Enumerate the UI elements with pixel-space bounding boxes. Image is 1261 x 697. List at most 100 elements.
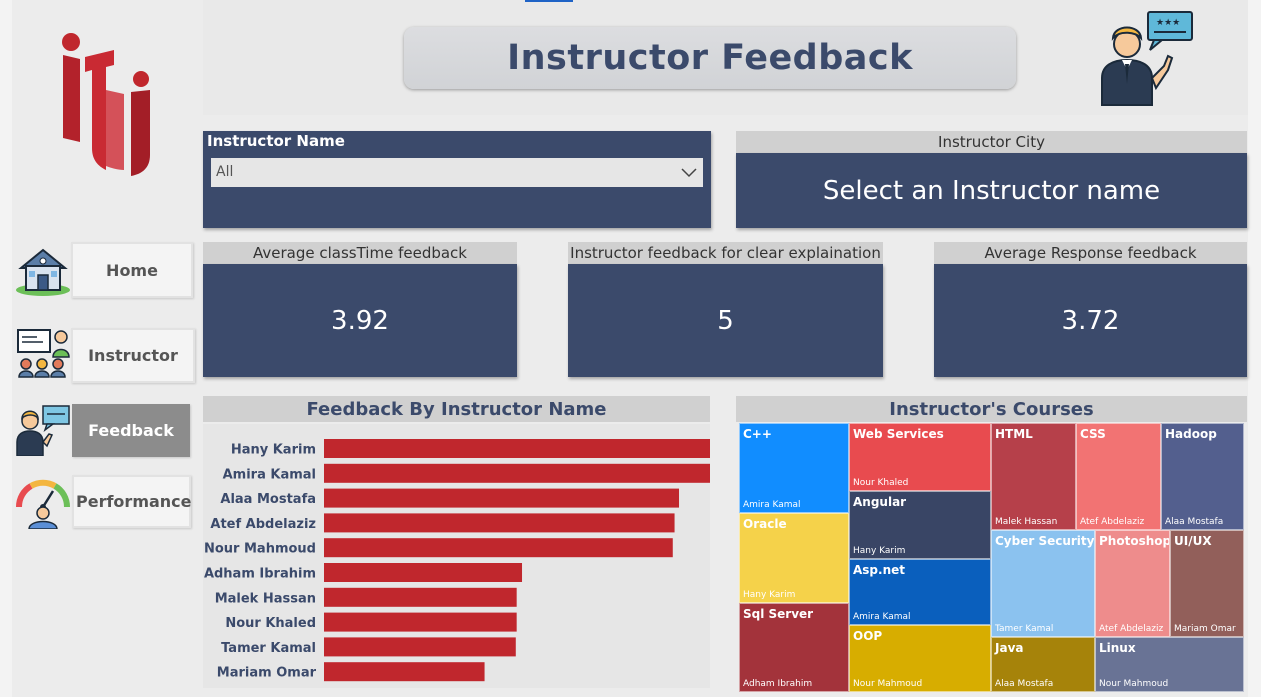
feedback-bar[interactable] bbox=[324, 538, 673, 558]
kpi-classtime-value: 3.92 bbox=[331, 305, 389, 336]
treemap-instructor-label: Malek Hassan bbox=[995, 517, 1058, 527]
kpi-clear-explanation-value: 5 bbox=[717, 305, 734, 336]
treemap-instructor-label: Amira Kamal bbox=[743, 500, 801, 510]
instructor-speaking-icon: ★★★ bbox=[1101, 11, 1193, 106]
treemap-instructor-label: Hany Karim bbox=[743, 590, 796, 600]
kpi-classtime-label: Average classTime feedback bbox=[203, 242, 517, 264]
treemap-instructor-label: Nour Mahmoud bbox=[1099, 679, 1169, 689]
feedback-bar[interactable] bbox=[324, 637, 516, 657]
bar-label: Nour Khaled bbox=[225, 616, 316, 631]
nav-instructor-label: Instructor bbox=[71, 328, 195, 383]
instructor-city-card: Instructor City Select an Instructor nam… bbox=[736, 131, 1247, 228]
treemap-instructor-label: Mariam Omar bbox=[1174, 624, 1236, 634]
feedback-bar[interactable] bbox=[324, 612, 517, 632]
treemap-tile[interactable]: Angular Hany Karim bbox=[849, 491, 991, 559]
iti-logo-icon bbox=[62, 33, 150, 176]
treemap-tile[interactable]: Linux Nour Mahmoud bbox=[1095, 637, 1244, 692]
feedback-bar[interactable] bbox=[324, 662, 485, 682]
treemap-tile[interactable]: Java Alaa Mostafa bbox=[991, 637, 1095, 692]
nav-performance-label: Performance bbox=[72, 475, 192, 528]
treemap-course-label: HTML bbox=[995, 427, 1033, 441]
treemap-tile[interactable]: Asp.net Amira Kamal bbox=[849, 559, 991, 625]
nav-home-button[interactable]: Home bbox=[15, 240, 195, 300]
house-icon bbox=[16, 248, 70, 296]
svg-text:★★★: ★★★ bbox=[1156, 18, 1180, 28]
treemap-instructor-label: Amira Kamal bbox=[853, 612, 911, 622]
treemap-course-label: OOP bbox=[853, 629, 883, 643]
kpi-clear-explanation-panel: 5 bbox=[568, 264, 883, 377]
treemap-instructor-label: Tamer Kamal bbox=[995, 624, 1054, 634]
instructor-city-label: Instructor City bbox=[736, 131, 1247, 153]
feedback-bar[interactable] bbox=[324, 439, 722, 458]
feedback-bar[interactable] bbox=[324, 587, 517, 607]
treemap-instructor-label: Alaa Mostafa bbox=[1165, 517, 1224, 527]
kpi-classtime-panel: 3.92 bbox=[203, 264, 517, 377]
instructor-name-slicer-label: Instructor Name bbox=[207, 132, 345, 150]
bar-label: Amira Kamal bbox=[223, 467, 316, 482]
treemap-course-label: CSS bbox=[1080, 427, 1106, 441]
treemap-tile[interactable]: Web Services Nour Khaled bbox=[849, 423, 991, 491]
gauge-icon bbox=[15, 479, 71, 529]
nav-instructor-button[interactable]: Instructor bbox=[15, 323, 195, 383]
bar-label: Adham Ibrahim bbox=[204, 567, 316, 582]
feedback-bar[interactable] bbox=[324, 563, 523, 582]
treemap-course-label: Sql Server bbox=[743, 607, 814, 621]
treemap-course-label: Cyber Security bbox=[995, 534, 1095, 548]
bar-label: Atef Abdelaziz bbox=[210, 517, 316, 532]
treemap-instructor-label: Adham Ibrahim bbox=[743, 679, 813, 689]
treemap-course-label: Linux bbox=[1099, 641, 1136, 655]
instructor-name-slicer: Instructor Name All bbox=[203, 131, 711, 228]
chevron-down-icon bbox=[681, 168, 697, 178]
bar-label: Nour Mahmoud bbox=[204, 542, 316, 557]
instructor-feedback-icon bbox=[16, 405, 70, 456]
kpi-response-value: 3.72 bbox=[1061, 305, 1120, 336]
treemap-tile[interactable]: Sql Server Adham Ibrahim bbox=[739, 603, 849, 692]
treemap-course-label: Asp.net bbox=[853, 563, 905, 577]
treemap-tile[interactable]: Cyber Security Tamer Kamal bbox=[991, 530, 1095, 637]
treemap-title: Instructor's Courses bbox=[736, 396, 1247, 422]
bar-label: Malek Hassan bbox=[215, 591, 316, 606]
treemap-tile[interactable]: HTML Malek Hassan bbox=[991, 423, 1076, 530]
treemap-tile[interactable]: C++ Amira Kamal bbox=[739, 423, 849, 513]
kpi-clear-explanation-label: Instructor feedback for clear explainati… bbox=[568, 242, 883, 264]
treemap-tile[interactable]: Hadoop Alaa Mostafa bbox=[1161, 423, 1244, 530]
feedback-bar[interactable] bbox=[324, 513, 675, 533]
bar-label: Alaa Mostafa bbox=[220, 492, 316, 507]
treemap-course-label: Photoshop bbox=[1099, 534, 1170, 548]
kpi-card-classtime: Average classTime feedback 3.92 bbox=[203, 242, 517, 377]
nav-feedback-label: Feedback bbox=[72, 404, 190, 457]
treemap-course-label: C++ bbox=[743, 427, 772, 441]
treemap-tile[interactable]: Oracle Hany Karim bbox=[739, 513, 849, 603]
active-page-indicator bbox=[525, 0, 573, 2]
page-title-container: Instructor Feedback bbox=[404, 27, 1016, 89]
treemap-instructor-label: Alaa Mostafa bbox=[995, 679, 1054, 689]
feedback-bar-chart-svg: Hany Karim Amira Kamal Alaa Mostafa Atef Ab… bbox=[204, 439, 722, 682]
kpi-card-response: Average Response feedback 3.72 bbox=[934, 242, 1247, 377]
nav-home-label: Home bbox=[71, 242, 193, 298]
treemap-tile[interactable]: CSS Atef Abdelaziz bbox=[1076, 423, 1161, 530]
instructor-city-value-panel: Select an Instructor name bbox=[736, 153, 1247, 228]
courses-treemap: C++ Amira Kamal Web Services Nour Khaled HTM… bbox=[736, 422, 1247, 692]
classroom-icon bbox=[17, 329, 70, 378]
treemap-instructor-label: Hany Karim bbox=[853, 546, 906, 556]
treemap-instructor-label: Atef Abdelaziz bbox=[1080, 517, 1145, 527]
nav-performance-button[interactable]: Performance bbox=[15, 473, 195, 533]
feedback-bar-chart: Hany Karim Amira Kamal Alaa Mostafa Atef Ab… bbox=[203, 424, 722, 688]
treemap-instructor-label: Nour Mahmoud bbox=[853, 679, 923, 689]
instructor-name-dropdown[interactable]: All bbox=[211, 158, 703, 187]
nav-feedback-button[interactable]: Feedback bbox=[15, 400, 195, 460]
bar-label: Mariam Omar bbox=[217, 666, 317, 681]
bar-chart-title: Feedback By Instructor Name bbox=[203, 396, 710, 422]
kpi-card-clear-explanation: Instructor feedback for clear explainati… bbox=[568, 242, 883, 377]
feedback-bar[interactable] bbox=[324, 463, 715, 483]
kpi-response-label: Average Response feedback bbox=[934, 242, 1247, 264]
instructor-name-dropdown-value: All bbox=[216, 164, 234, 180]
treemap-tile[interactable]: UI/UX Mariam Omar bbox=[1170, 530, 1244, 637]
feedback-bar[interactable] bbox=[324, 488, 680, 508]
instructor-city-value: Select an Instructor name bbox=[822, 175, 1161, 206]
treemap-course-label: Oracle bbox=[743, 517, 787, 531]
treemap-tile[interactable]: OOP Nour Mahmoud bbox=[849, 625, 991, 692]
bar-label: Hany Karim bbox=[231, 443, 316, 458]
treemap-course-label: Web Services bbox=[853, 427, 944, 441]
treemap-tile[interactable]: Photoshop Atef Abdelaziz bbox=[1095, 530, 1170, 637]
